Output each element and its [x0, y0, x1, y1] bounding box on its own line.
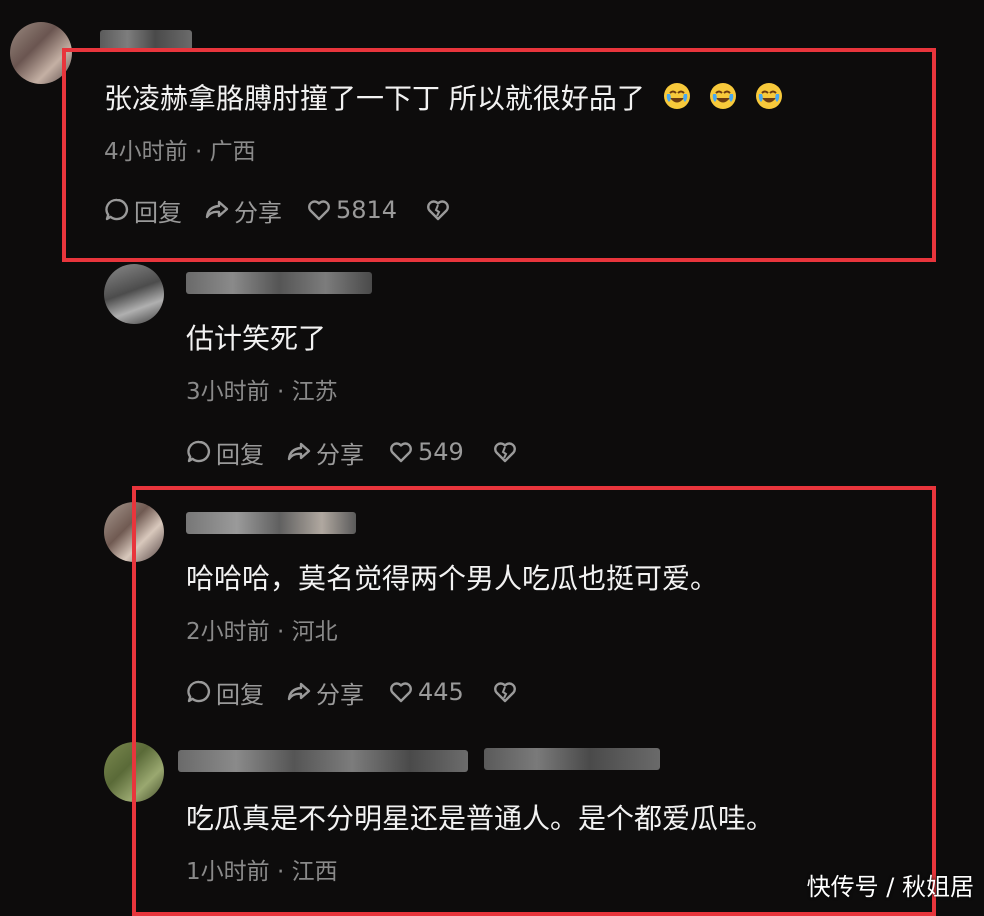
heart-icon [308, 200, 330, 221]
comment-text: 哈哈哈，莫名觉得两个男人吃瓜也挺可爱。 [186, 562, 719, 595]
username-blurred[interactable] [186, 512, 356, 534]
username-blurred[interactable] [186, 272, 372, 294]
comment-text: 估计笑死了 [186, 322, 327, 355]
comment-actions: 回复 分享 445 [186, 675, 522, 710]
avatar[interactable] [104, 502, 164, 562]
crying-laugh-emoji-icon [755, 83, 782, 109]
reply-button[interactable]: 回复 [104, 193, 182, 228]
like-count: 445 [418, 678, 464, 706]
share-label: 分享 [316, 680, 364, 709]
reply-button[interactable]: 回复 [186, 675, 264, 710]
broken-heart-icon [427, 200, 450, 221]
dislike-button[interactable] [425, 197, 455, 223]
avatar[interactable] [10, 22, 72, 84]
share-button[interactable]: 分享 [286, 675, 364, 710]
share-button[interactable]: 分享 [286, 435, 364, 470]
comment-bubble-icon [105, 198, 129, 221]
comment-text: 张凌赫拿胳膊肘撞了一下丁 所以就很好品了 [104, 82, 783, 116]
share-label: 分享 [316, 440, 364, 469]
heart-icon [390, 682, 412, 703]
reply-label: 回复 [216, 440, 264, 469]
broken-heart-icon [493, 442, 516, 463]
comment-text-content: 张凌赫拿胳膊肘撞了一下丁 所以就很好品了 [104, 82, 645, 115]
username-blurred[interactable] [100, 30, 192, 52]
share-label: 分享 [234, 198, 282, 227]
comment-text: 吃瓜真是不分明星还是普通人。是个都爱瓜哇。 [186, 802, 775, 835]
share-arrow-icon [287, 442, 311, 461]
comment-meta: 1小时前 · 江西 [186, 859, 338, 885]
crying-laugh-emoji-icon [663, 83, 690, 109]
comment-meta: 3小时前 · 江苏 [186, 379, 338, 405]
heart-icon [390, 442, 412, 463]
like-count: 549 [418, 438, 464, 466]
like-button[interactable]: 549 [388, 438, 464, 466]
watermark: 快传号 / 秋姐居 [806, 873, 974, 901]
reply-button[interactable]: 回复 [186, 435, 264, 470]
broken-heart-icon [493, 682, 516, 703]
like-button[interactable]: 5814 [306, 196, 397, 224]
reply-label: 回复 [134, 198, 182, 227]
comment-actions: 回复 分享 5814 [104, 193, 455, 228]
comment-meta: 4小时前 · 广西 [104, 139, 256, 165]
crying-laugh-emoji-icon [709, 83, 736, 109]
comment-actions: 回复 分享 549 [186, 435, 522, 470]
like-button[interactable]: 445 [388, 678, 464, 706]
dislike-button[interactable] [492, 439, 522, 465]
avatar[interactable] [104, 264, 164, 324]
username-blurred[interactable] [484, 748, 660, 770]
avatar[interactable] [104, 742, 164, 802]
dislike-button[interactable] [492, 679, 522, 705]
comment-bubble-icon [187, 680, 211, 703]
comment-meta: 2小时前 · 河北 [186, 619, 338, 645]
username-blurred[interactable] [178, 750, 468, 772]
share-button[interactable]: 分享 [204, 193, 282, 228]
comment-bubble-icon [187, 440, 211, 463]
like-count: 5814 [336, 196, 398, 224]
share-arrow-icon [205, 200, 229, 219]
reply-label: 回复 [216, 680, 264, 709]
share-arrow-icon [287, 682, 311, 701]
